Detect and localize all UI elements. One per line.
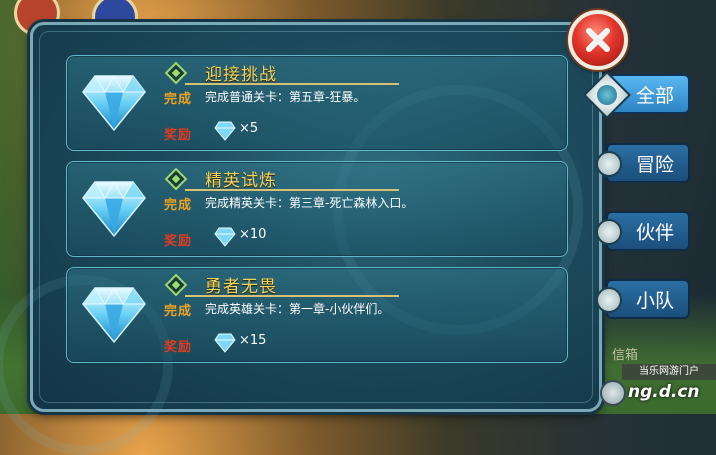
card-title: 精英试炼 xyxy=(205,171,277,191)
diamond-icon xyxy=(82,180,146,238)
tab-label: 全部 xyxy=(635,84,674,107)
reward-count: ×10 xyxy=(239,227,267,242)
card-description: 完成精英关卡：第三章-死亡森林入口。 xyxy=(205,196,414,210)
mailbox-icon[interactable] xyxy=(600,380,626,406)
reward-label: 奖励 xyxy=(164,128,193,143)
watermark-domain: ng.d.cn xyxy=(628,382,700,402)
completion-label: 完成 xyxy=(164,198,193,213)
diamond-icon xyxy=(82,74,146,132)
tab-squad[interactable]: 小队 xyxy=(596,279,690,319)
achievement-card[interactable]: 迎接挑战 完成 完成普通关卡：第五章-狂暴。 奖励 ×5 xyxy=(66,55,568,151)
reward-count: ×5 xyxy=(239,121,259,136)
card-description: 完成普通关卡：第五章-狂暴。 xyxy=(205,90,366,104)
diamond-icon xyxy=(214,227,236,247)
completion-label: 完成 xyxy=(164,92,193,107)
diamond-icon xyxy=(214,333,236,353)
diamond-icon xyxy=(214,121,236,141)
watermark-text: 当乐网游门户 xyxy=(622,364,716,380)
title-diamond-icon xyxy=(164,61,188,85)
tab-label: 小队 xyxy=(635,289,674,312)
title-divider xyxy=(185,189,399,191)
close-button[interactable] xyxy=(568,10,628,70)
close-icon xyxy=(586,28,610,52)
card-description: 完成英雄关卡：第一章-小伙伴们。 xyxy=(205,302,390,316)
tab-label: 伙伴 xyxy=(635,221,674,244)
tab-emblem-icon xyxy=(596,151,622,177)
tab-companion[interactable]: 伙伴 xyxy=(596,211,690,251)
reward-label: 奖励 xyxy=(164,340,193,355)
mailbox-label[interactable]: 信箱 xyxy=(612,344,638,363)
reward-count: ×15 xyxy=(239,333,267,348)
achievement-card[interactable]: 勇者无畏 完成 完成英雄关卡：第一章-小伙伴们。 奖励 ×15 xyxy=(66,267,568,363)
tab-emblem-icon xyxy=(596,219,622,245)
achievement-card[interactable]: 精英试炼 完成 完成精英关卡：第三章-死亡森林入口。 奖励 ×10 xyxy=(66,161,568,257)
reward-label: 奖励 xyxy=(164,234,193,249)
tab-all[interactable]: 全部 xyxy=(582,70,690,120)
title-diamond-icon xyxy=(164,273,188,297)
title-divider xyxy=(185,295,399,297)
card-title: 勇者无畏 xyxy=(205,277,277,297)
card-title: 迎接挑战 xyxy=(205,65,277,85)
tab-label: 冒险 xyxy=(635,153,674,176)
title-diamond-icon xyxy=(164,167,188,191)
tab-emblem-icon xyxy=(596,287,622,313)
diamond-icon xyxy=(82,286,146,344)
tab-adventure[interactable]: 冒险 xyxy=(596,143,690,183)
completion-label: 完成 xyxy=(164,304,193,319)
title-divider xyxy=(185,83,399,85)
